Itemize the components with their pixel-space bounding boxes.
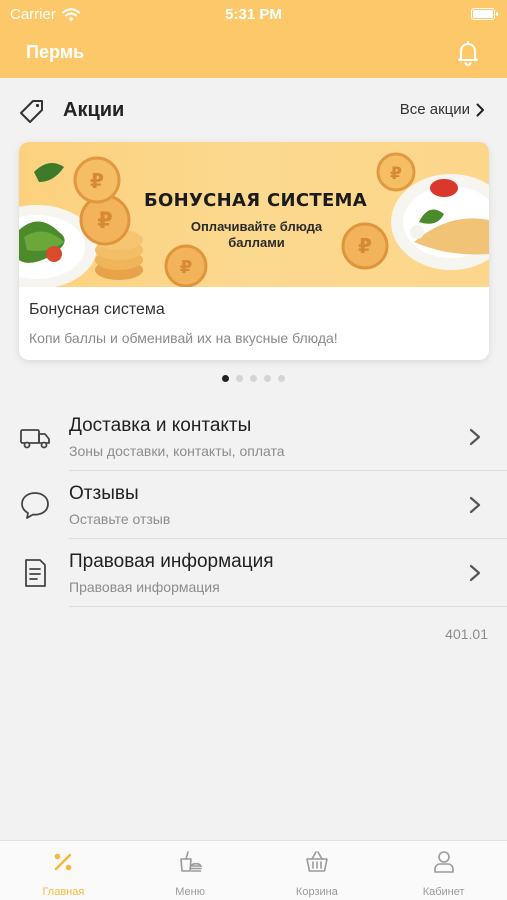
promo-card-title: Бонусная система	[29, 301, 165, 318]
app-header: Пермь	[0, 30, 507, 78]
promo-banner: ₽ ₽ ₽ ₽ ₽ БОНУСНАЯ СИСТЕМА Оплачивайте б…	[19, 142, 489, 287]
svg-text:₽: ₽	[97, 209, 112, 234]
tab-label: Главная	[42, 886, 85, 898]
pagination-dot[interactable]	[264, 375, 271, 382]
city-selector[interactable]: Пермь	[26, 42, 84, 63]
menu-item-reviews[interactable]: Отзывы Оставьте отзыв	[0, 471, 507, 539]
food-icon	[180, 851, 203, 872]
tab-menu[interactable]: Меню	[127, 841, 254, 900]
svg-text:₽: ₽	[180, 257, 193, 278]
pagination-dot[interactable]	[250, 375, 257, 382]
tab-cart[interactable]: Корзина	[254, 841, 381, 900]
app-version: 401.01	[445, 626, 488, 642]
svg-text:₽: ₽	[358, 234, 372, 258]
battery-icon	[471, 8, 498, 20]
all-promotions-label: Все акции	[399, 101, 470, 118]
truck-icon	[20, 429, 50, 449]
speech-bubble-icon	[21, 492, 49, 519]
bell-icon[interactable]	[455, 40, 481, 66]
tab-label: Корзина	[295, 886, 338, 898]
pagination-dot[interactable]	[222, 375, 229, 382]
menu-item-subtitle: Правовая информация	[69, 579, 220, 595]
promotions-title: Акции	[63, 99, 125, 121]
menu-item-subtitle: Оставьте отзыв	[69, 511, 171, 527]
promotions-header: Акции Все акции	[0, 92, 507, 130]
menu-item-legal[interactable]: Правовая информация Правовая информация	[0, 539, 507, 607]
chevron-right-icon	[476, 103, 484, 116]
menu-item-subtitle: Зоны доставки, контакты, оплата	[69, 443, 285, 459]
banner-illustration: ₽ ₽ ₽ ₽ ₽	[19, 152, 489, 287]
tab-home[interactable]: Главная	[0, 841, 127, 900]
basket-icon	[306, 851, 328, 872]
document-icon	[25, 559, 46, 587]
pagination-dot[interactable]	[236, 375, 243, 382]
carousel-pagination[interactable]	[0, 375, 507, 382]
chevron-right-icon	[469, 564, 481, 582]
divider	[69, 606, 507, 607]
percent-icon	[55, 853, 72, 871]
user-icon	[433, 851, 454, 873]
menu-item-delivery[interactable]: Доставка и контакты Зоны доставки, конта…	[0, 403, 507, 471]
tab-label: Меню	[175, 886, 205, 898]
all-promotions-link[interactable]: Все акции	[400, 101, 485, 118]
promo-card[interactable]: ₽ ₽ ₽ ₽ ₽ БОНУСНАЯ СИСТЕМА Оплачивайте б…	[19, 142, 489, 360]
promo-card-description: Копи баллы и обменивай их на вкусные блю…	[29, 330, 338, 346]
status-bar: Carrier 5:31 PM	[0, 0, 507, 30]
chevron-right-icon	[469, 496, 481, 514]
menu-item-title: Правовая информация	[69, 551, 274, 572]
chevron-right-icon	[469, 428, 481, 446]
svg-text:₽: ₽	[90, 169, 104, 193]
status-time: 5:31 PM	[225, 6, 282, 23]
tag-icon	[20, 100, 43, 123]
svg-text:₽: ₽	[390, 164, 402, 184]
tab-label: Кабинет	[422, 886, 465, 898]
tab-account[interactable]: Кабинет	[380, 841, 507, 900]
tab-bar: Главная Меню Корзина Кабинет	[0, 840, 507, 900]
menu-item-title: Доставка и контакты	[69, 415, 252, 436]
banner-heading: БОНУСНАЯ СИСТЕМА	[144, 190, 367, 211]
banner-subheading: Оплачивайте блюда баллами	[190, 219, 323, 250]
menu-item-title: Отзывы	[69, 483, 139, 504]
pagination-dot[interactable]	[278, 375, 285, 382]
